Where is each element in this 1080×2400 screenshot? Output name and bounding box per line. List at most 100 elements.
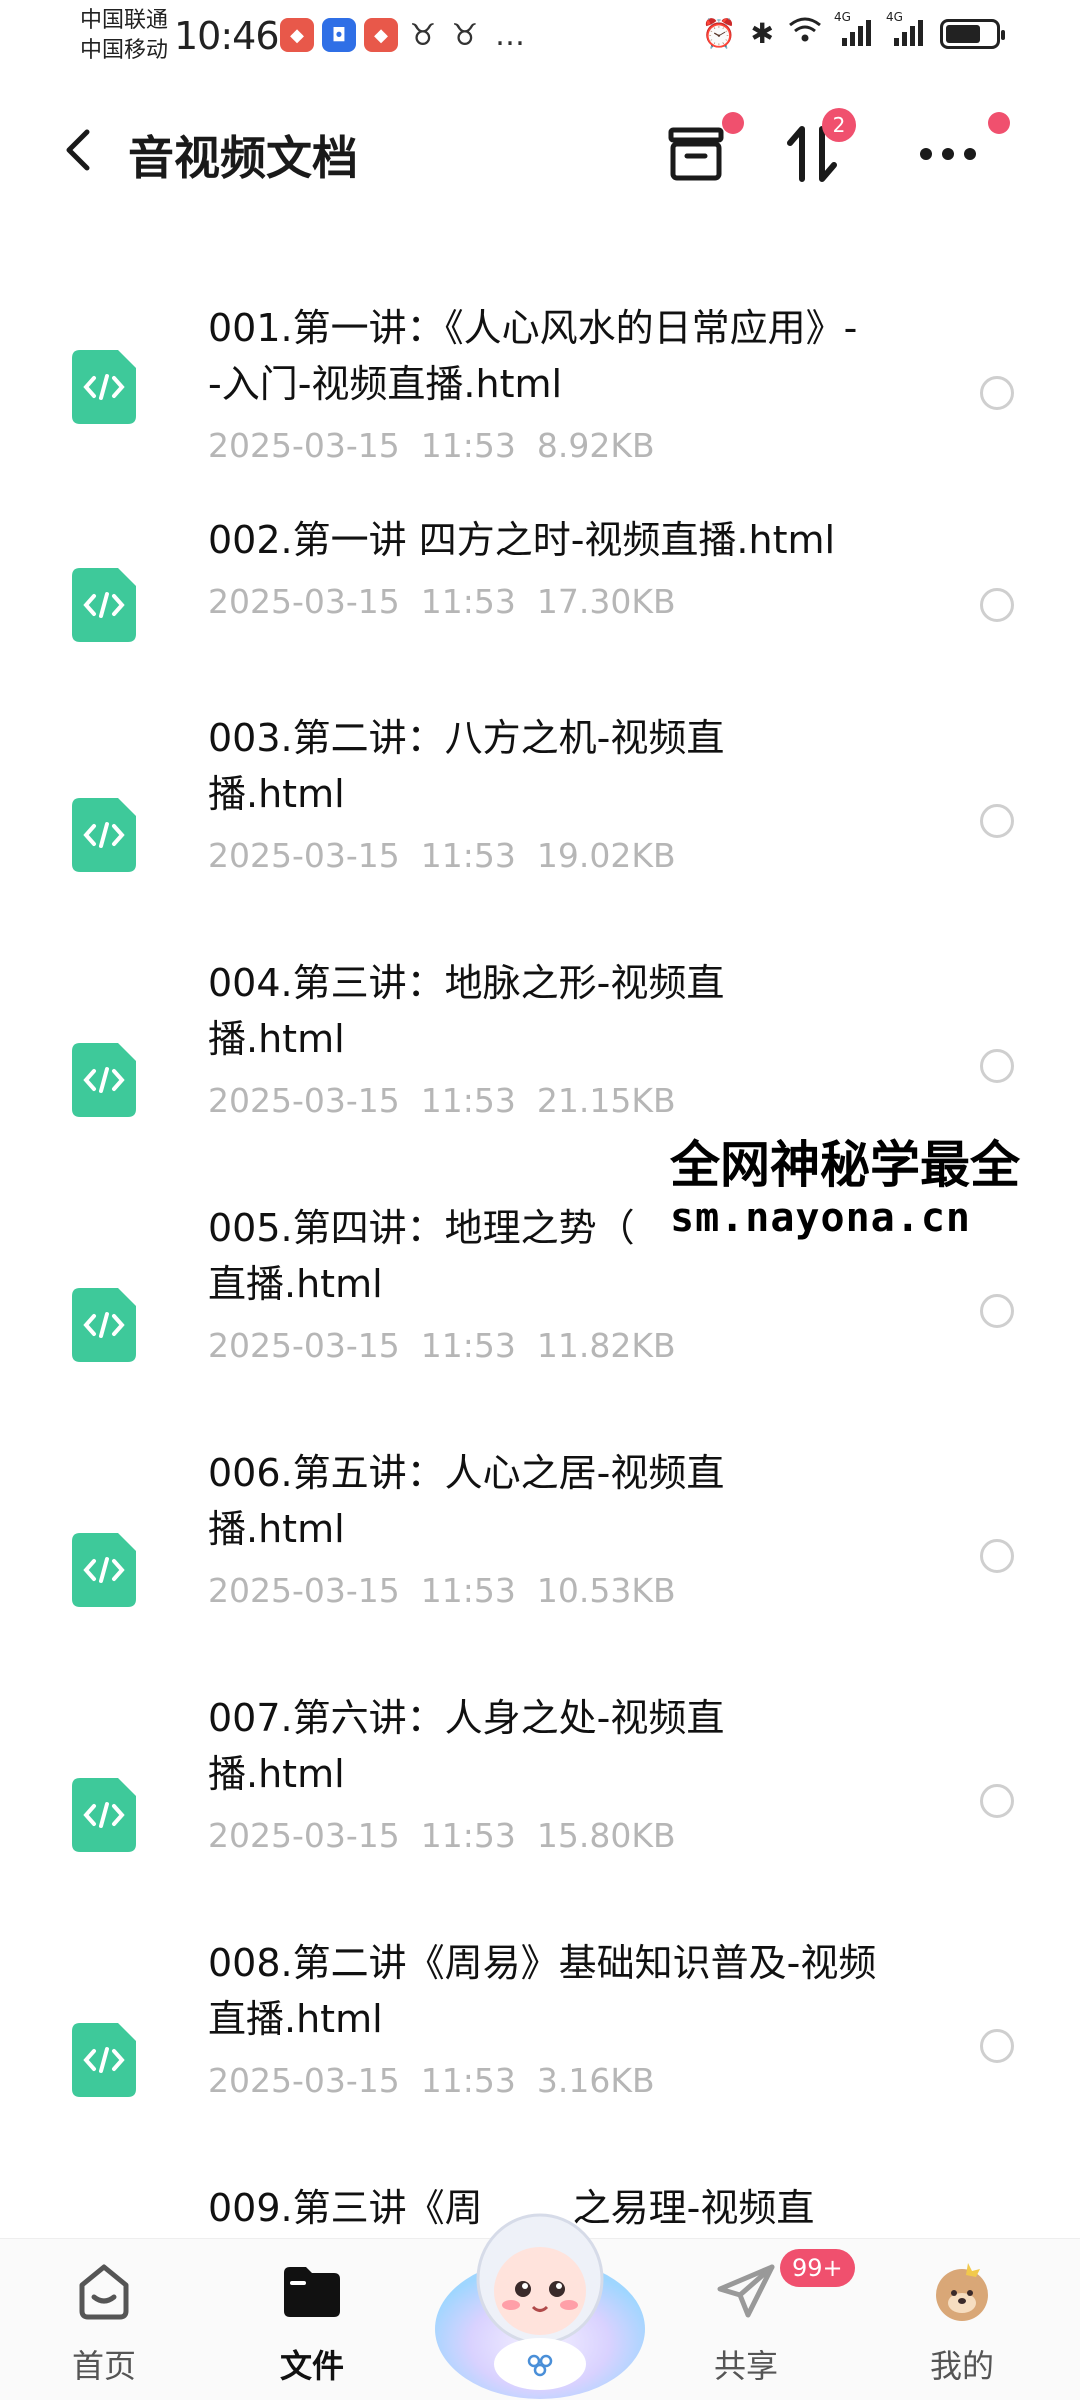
file-size: 21.15KB [536, 1081, 676, 1120]
file-name: 003.第二讲：八方之机-视频直播.html [208, 716, 725, 816]
file-time: 11:53 [420, 836, 516, 875]
file-date: 2025-03-15 [208, 2061, 400, 2100]
carrier-1: 中国联通 [80, 8, 169, 33]
file-list-item[interactable]: 007.第六讲：人身之处-视频直播.html 2025-03-15 11:53 … [0, 1690, 1080, 1920]
nav-mine-label: 我的 [929, 2347, 994, 2385]
select-radio[interactable] [980, 2029, 1014, 2063]
select-radio[interactable] [980, 1294, 1014, 1328]
code-file-icon [72, 1533, 136, 1607]
file-size: 19.02KB [536, 836, 676, 875]
select-radio[interactable] [980, 376, 1014, 410]
sort-button[interactable]: 2 [772, 108, 856, 194]
file-date: 2025-03-15 [208, 836, 400, 875]
file-meta: 2025-03-15 11:53 8.92KB [208, 426, 655, 465]
mascot-assistant-button[interactable] [425, 2179, 655, 2400]
paper-plane-icon [717, 2264, 775, 2318]
nav-home[interactable]: 首页 [44, 2259, 164, 2389]
mascot-icon [435, 2213, 645, 2399]
overlay-title: 全网神秘学最全 [670, 1136, 1020, 1194]
code-file-icon [72, 798, 136, 872]
file-list-item[interactable]: 002.第一讲 四方之时-视频直播.html 2025-03-15 11:53 … [0, 510, 1080, 690]
file-meta: 2025-03-15 11:53 3.16KB [208, 2061, 655, 2100]
file-meta: 2025-03-15 11:53 10.53KB [208, 1571, 676, 1610]
more-icon [920, 148, 976, 160]
overlay-banner: 全网神秘学最全 sm.nayona.cn [664, 1125, 1080, 1255]
app-notification-icon: ◘ [322, 18, 356, 52]
file-time: 11:53 [420, 582, 516, 621]
file-size: 10.53KB [536, 1571, 676, 1610]
file-date: 2025-03-15 [208, 426, 400, 465]
file-meta: 2025-03-15 11:53 11.82KB [208, 1326, 676, 1365]
folder-icon [284, 2267, 340, 2317]
file-list-item[interactable]: 008.第二讲《周易》基础知识普及-视频直播.html 2025-03-15 1… [0, 1935, 1080, 2165]
bottom-navigation: 首页 文件 共享 99+ 我的 [0, 2213, 1080, 2400]
file-meta: 2025-03-15 11:53 15.80KB [208, 1816, 676, 1855]
nav-share-label: 共享 [713, 2347, 778, 2385]
file-meta: 2025-03-15 11:53 17.30KB [208, 582, 676, 621]
file-name: 005.第四讲：地理之势（ 直播.html [208, 1200, 668, 1312]
file-time: 11:53 [420, 426, 516, 465]
file-time: 11:53 [420, 2061, 516, 2100]
app-header: 音视频文档 2 [0, 100, 1080, 200]
sort-badge: 2 [822, 108, 856, 142]
file-time: 11:53 [420, 1081, 516, 1120]
chevron-left-icon [66, 129, 90, 171]
alarm-icon: ⏰ [701, 17, 737, 50]
archive-button[interactable] [656, 112, 744, 194]
share-badge: 99+ [780, 2249, 855, 2287]
archive-icon [668, 127, 724, 181]
file-meta: 2025-03-15 11:53 19.02KB [208, 836, 676, 875]
file-time: 11:53 [420, 1571, 516, 1610]
wifi-icon [788, 16, 822, 51]
file-name: 001.第一讲：《人心风水的日常应用》--入门-视频直播.html [208, 306, 858, 406]
battery-icon [940, 18, 1005, 49]
nav-home-label: 首页 [71, 2347, 136, 2385]
code-file-icon [72, 350, 136, 424]
file-list-item[interactable]: 003.第二讲：八方之机-视频直播.html 2025-03-15 11:53 … [0, 710, 1080, 940]
file-size: 17.30KB [536, 582, 676, 621]
file-name-line: 直播.html [208, 1262, 383, 1306]
nav-mine[interactable]: 我的 [902, 2259, 1022, 2389]
more-notifications-icon: … [495, 17, 525, 53]
file-date: 2025-03-15 [208, 1816, 400, 1855]
file-list-item[interactable]: 006.第五讲：人心之居-视频直播.html 2025-03-15 11:53 … [0, 1445, 1080, 1675]
file-size: 8.92KB [536, 426, 655, 465]
file-date: 2025-03-15 [208, 582, 400, 621]
nav-files[interactable]: 文件 [252, 2259, 372, 2389]
more-button[interactable] [908, 112, 1010, 194]
carrier-labels: 中国联通 中国移动 [80, 6, 168, 66]
code-file-icon [72, 568, 136, 642]
code-file-icon [72, 1288, 136, 1362]
back-button[interactable] [48, 120, 108, 180]
file-name-line: 005.第四讲：地理之势（ [208, 1206, 635, 1250]
signal-icon-2: 4G [886, 10, 926, 49]
clock: 10:46 [174, 14, 280, 58]
file-size: 11.82KB [536, 1326, 676, 1365]
file-time: 11:53 [420, 1326, 516, 1365]
app-notification-icon: ◆ [280, 18, 314, 52]
app-notification-icon: ♉ [451, 17, 479, 53]
notification-icons: ◆ ◘ ◆ ♉ ♉ … [280, 17, 530, 53]
page-title: 音视频文档 [128, 131, 358, 185]
file-size: 3.16KB [536, 2061, 655, 2100]
file-name: 007.第六讲：人身之处-视频直播.html [208, 1696, 725, 1796]
archive-notification-dot [722, 112, 744, 134]
file-name: 008.第二讲《周易》基础知识普及-视频直播.html [208, 1941, 877, 2041]
select-radio[interactable] [980, 1784, 1014, 1818]
avatar-icon [936, 2263, 988, 2321]
select-radio[interactable] [980, 1539, 1014, 1573]
file-list-item[interactable]: 001.第一讲：《人心风水的日常应用》--入门-视频直播.html 2025-0… [0, 270, 1080, 480]
select-radio[interactable] [980, 588, 1014, 622]
file-name: 002.第一讲 四方之时-视频直播.html [208, 518, 836, 562]
select-radio[interactable] [980, 804, 1014, 838]
home-icon [79, 2264, 129, 2320]
bluetooth-icon: ✱ [750, 17, 774, 50]
app-notification-icon: ◆ [364, 18, 398, 52]
file-meta: 2025-03-15 11:53 21.15KB [208, 1081, 676, 1120]
system-icons: ⏰ ✱ 4G 4G [701, 10, 1005, 51]
nav-files-label: 文件 [279, 2347, 344, 2385]
overlay-url: sm.nayona.cn [670, 1195, 971, 1241]
carrier-2: 中国移动 [80, 38, 169, 63]
code-file-icon [72, 2023, 136, 2097]
select-radio[interactable] [980, 1049, 1014, 1083]
